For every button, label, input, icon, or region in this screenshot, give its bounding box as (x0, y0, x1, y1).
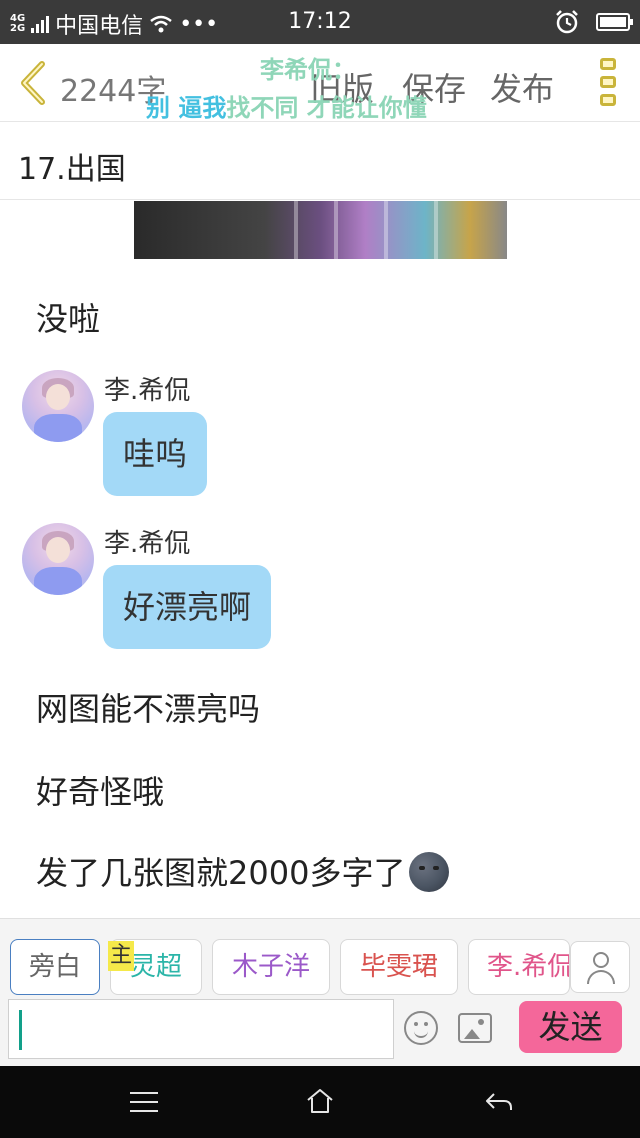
moon-emoji-icon (409, 852, 450, 892)
role-button-biwenjun[interactable]: 毕雯珺 (340, 939, 458, 995)
send-button[interactable]: 发送 (519, 1001, 622, 1053)
role-narrator-button[interactable]: 旁白 (10, 939, 100, 995)
home-icon[interactable] (306, 1088, 334, 1114)
more-menu-icon[interactable] (600, 58, 616, 106)
role-muziyang-label: 木子洋 (231, 952, 310, 982)
compose-toolbar: 旁白 灵超 主 木子洋 毕雯珺 李.希侃 发送 (0, 918, 640, 1066)
watermark-caption-line1: 李希侃： (260, 56, 356, 84)
narration-text[interactable]: 好奇怪哦 (36, 767, 164, 813)
narration-text[interactable]: 网图能不漂亮吗 (36, 684, 260, 730)
role-lixikan-label: 李.希侃 (487, 952, 570, 982)
host-tag-badge: 主 (108, 941, 134, 971)
watermark-caption-part2: 找不同 才能让你懂 (226, 94, 427, 122)
back-arrow-icon[interactable] (484, 1090, 514, 1114)
alarm-icon (556, 10, 578, 34)
role-narrator-label: 旁白 (28, 952, 81, 982)
role-button-lixikan[interactable]: 李.希侃 (468, 939, 570, 995)
narration-text-content: 发了几张图就2000多字了 (36, 854, 406, 892)
clock: 17:12 (288, 9, 352, 34)
avatar (22, 523, 94, 595)
text-cursor (19, 1010, 22, 1050)
status-bar: 4G 2G 中国电信 ••• 17:12 (0, 0, 640, 44)
add-character-user-icon[interactable] (570, 941, 630, 993)
watermark-caption-line2: 别 逼我找不同 才能让你懂 (146, 88, 427, 123)
role-button-muziyang[interactable]: 木子洋 (212, 939, 330, 995)
sender-name: 李.希侃 (104, 376, 191, 406)
role-lingchao-label: 灵超 (129, 952, 182, 982)
publish-button[interactable]: 发布 (490, 64, 554, 110)
avatar (22, 370, 94, 442)
message-bubble: 好漂亮啊 (103, 565, 272, 649)
narration-text[interactable]: 发了几张图就2000多字了 (36, 848, 450, 895)
status-right (554, 9, 633, 35)
back-chevron-icon[interactable] (16, 60, 50, 106)
chapter-title-bar[interactable]: 17.出国 (0, 122, 640, 200)
watermark-caption-part1: 别 逼我 (146, 94, 227, 122)
story-image (134, 201, 507, 259)
system-nav-bar (0, 1066, 640, 1138)
image-icon[interactable] (458, 1013, 492, 1043)
message-bubble: 哇呜 (103, 412, 208, 496)
chapter-title: 17.出国 (18, 152, 126, 187)
editor-header: 2244字 旧版 保存 发布 李希侃： 别 逼我找不同 才能让你懂 (0, 44, 640, 122)
emoji-icon[interactable] (404, 1011, 438, 1045)
message-input[interactable] (8, 999, 394, 1059)
menu-icon[interactable] (130, 1092, 158, 1112)
battery-icon (596, 13, 633, 31)
narration-text[interactable]: 没啦 (36, 294, 100, 340)
sender-name: 李.希侃 (104, 529, 191, 559)
role-biwenjun-label: 毕雯珺 (359, 952, 438, 982)
